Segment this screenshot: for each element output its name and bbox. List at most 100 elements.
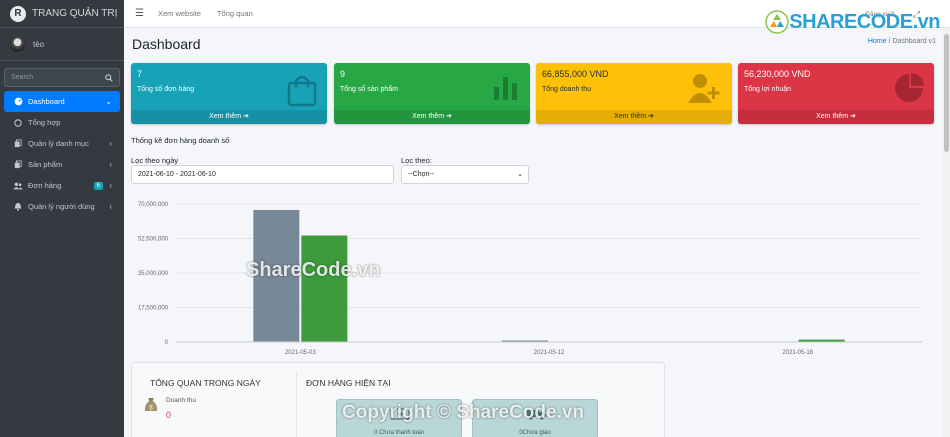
avatar — [10, 36, 25, 52]
chevron-left-icon: ‹ — [109, 139, 112, 148]
watermark-logo: SHARECODE.vn — [765, 10, 940, 34]
revenue-label: Doanh thu — [166, 397, 196, 404]
nav-link-overview[interactable]: Tổng quan — [217, 9, 253, 18]
orders-count-badge: 6 — [93, 181, 103, 190]
sidebar-item-users[interactable]: Quản lý người dùng ‹ — [4, 196, 120, 217]
x-tick-label: 2021-05-12 — [534, 350, 565, 356]
box-label: Tổng doanh thu — [542, 86, 592, 93]
revenue-value: 0 — [166, 410, 172, 420]
breadcrumb-separator: / — [888, 38, 891, 45]
scrollbar-thumb[interactable] — [944, 34, 949, 152]
filter-by-label: Lọc theo: — [401, 156, 432, 165]
profit-more-link[interactable]: Xem thêm ➔ — [738, 110, 934, 124]
box-value: 9 — [340, 69, 346, 79]
brand-title: TRANG QUẢN TRỊ — [32, 8, 118, 19]
x-tick-label: 2021-05-18 — [782, 350, 813, 356]
more-link-label: Xem thêm — [816, 113, 849, 120]
orders-count-box: 7 Tổng số đơn hàng Xem thêm ➔ — [131, 63, 327, 124]
sidebar-item-label: Sản phẩm — [28, 160, 63, 169]
search-placeholder: Search — [11, 74, 34, 81]
bar — [301, 235, 348, 342]
y-tick-label: 35,000,000 — [138, 271, 169, 277]
filter-by-select[interactable]: --Chọn-- ⌄ — [401, 165, 529, 184]
breadcrumb: Home / Dashboard v1 — [868, 38, 936, 45]
brand-logo: R — [10, 5, 26, 22]
box-label: Tổng lợi nhuận — [744, 86, 792, 93]
sidebar-item-label: Quản lý người dùng — [28, 202, 95, 211]
products-count-box: 9 Tổng số sản phẩm Xem thêm ➔ — [334, 63, 530, 124]
shopping-bag-icon — [287, 75, 317, 107]
box-value: 66,855,000 VND — [542, 69, 609, 79]
box-value: 56,230,000 VND — [744, 69, 811, 79]
brand-link[interactable]: R TRANG QUẢN TRỊ — [0, 0, 124, 28]
user-plus-icon — [688, 74, 720, 103]
revenue-more-link[interactable]: Xem thêm ➔ — [536, 110, 732, 124]
money-bag-icon: $ — [144, 398, 158, 412]
breadcrumb-home[interactable]: Home — [868, 38, 887, 45]
breadcrumb-current: Dashboard v1 — [892, 38, 936, 45]
circle-icon — [13, 118, 23, 127]
menu-toggle-icon[interactable]: ☰ — [135, 8, 144, 19]
nav-link-website[interactable]: Xem website — [158, 9, 201, 18]
products-more-link[interactable]: Xem thêm ➔ — [334, 110, 530, 124]
chevron-left-icon: ‹ — [109, 202, 112, 211]
arrow-circle-right-icon: ➔ — [849, 113, 856, 120]
search-icon[interactable] — [105, 73, 113, 82]
more-link-label: Xem thêm — [412, 113, 445, 120]
current-orders-title: ĐƠN HÀNG HIỆN TẠI — [306, 378, 391, 388]
recycle-logo-icon — [765, 10, 790, 34]
orders-more-link[interactable]: Xem thêm ➔ — [131, 110, 327, 124]
more-link-label: Xem thêm — [209, 113, 242, 120]
unpaid-orders-label: 0 Chưa thanh toán — [373, 430, 425, 436]
user-panel[interactable]: tèo — [0, 28, 124, 61]
sidebar-item-categories[interactable]: Quản lý danh mục ‹ — [4, 133, 120, 154]
y-tick-label: 17,500,000 — [138, 306, 169, 312]
filter-by-selected: --Chọn-- — [408, 171, 435, 178]
dashboard-icon — [13, 97, 23, 106]
revenue-box: 66,855,000 VND Tổng doanh thu Xem thêm ➔ — [536, 63, 732, 124]
sidebar-item-label: Dashboard — [28, 97, 65, 106]
watermark-center: ShareCode.vn — [246, 259, 381, 281]
y-tick-label: 52,500,000 — [138, 237, 169, 243]
statistics-title: Thống kê đơn hàng doanh số — [131, 136, 230, 145]
chevron-down-icon: ⌄ — [517, 171, 523, 178]
box-label: Tổng số sản phẩm — [340, 86, 398, 93]
sidebar-item-summary[interactable]: Tổng hợp — [4, 112, 120, 133]
more-link-label: Xem thêm — [614, 113, 647, 120]
box-value: 7 — [137, 69, 143, 79]
sidebar-item-dashboard[interactable]: Dashboard ⌄ — [4, 91, 120, 112]
arrow-circle-right-icon: ➔ — [445, 113, 452, 120]
bell-icon — [13, 202, 23, 211]
undelivered-orders-label: 0Chưa giao — [519, 430, 551, 436]
arrow-circle-right-icon: ➔ — [647, 113, 654, 120]
pie-chart-icon — [895, 73, 924, 102]
chevron-left-icon: ‹ — [109, 160, 112, 169]
sidebar: R TRANG QUẢN TRỊ tèo Search Dashboard ⌄ … — [0, 0, 124, 437]
sidebar-item-products[interactable]: Sản phẩm ‹ — [4, 154, 120, 175]
profit-box: 56,230,000 VND Tổng lợi nhuận Xem thêm ➔ — [738, 63, 934, 124]
copy-icon — [13, 139, 23, 148]
watermark-copyright: Copyright © ShareCode.vn — [342, 402, 585, 423]
sidebar-item-label: Đơn hàng — [28, 181, 62, 190]
x-tick-label: 2021-05-03 — [285, 350, 316, 356]
copy-icon — [13, 160, 23, 169]
daily-overview-title: TỔNG QUAN TRONG NGÀY — [150, 378, 261, 388]
user-name: tèo — [33, 39, 45, 49]
sidebar-search-input[interactable]: Search — [4, 68, 120, 87]
date-range-input[interactable]: 2021-06-10 - 2021-06-10 — [131, 165, 394, 184]
page-title: Dashboard — [132, 36, 201, 52]
arrow-circle-right-icon: ➔ — [242, 113, 249, 120]
panel-divider — [296, 372, 297, 437]
sidebar-item-label: Quản lý danh mục — [28, 139, 89, 148]
users-icon — [13, 182, 23, 190]
chevron-down-icon: ⌄ — [105, 97, 112, 106]
bar-chart-icon — [494, 77, 517, 100]
y-tick-label: 70,000,000 — [138, 202, 169, 208]
sidebar-item-label: Tổng hợp — [28, 118, 61, 127]
chevron-left-icon: ‹ — [109, 181, 112, 190]
y-tick-label: 0 — [165, 340, 169, 346]
watermark-logo-text: SHARECODE.vn — [789, 10, 940, 33]
sidebar-item-orders[interactable]: Đơn hàng 6 ‹ — [4, 175, 120, 196]
box-label: Tổng số đơn hàng — [137, 86, 195, 93]
filter-date-label: Lọc theo ngày — [131, 156, 179, 165]
